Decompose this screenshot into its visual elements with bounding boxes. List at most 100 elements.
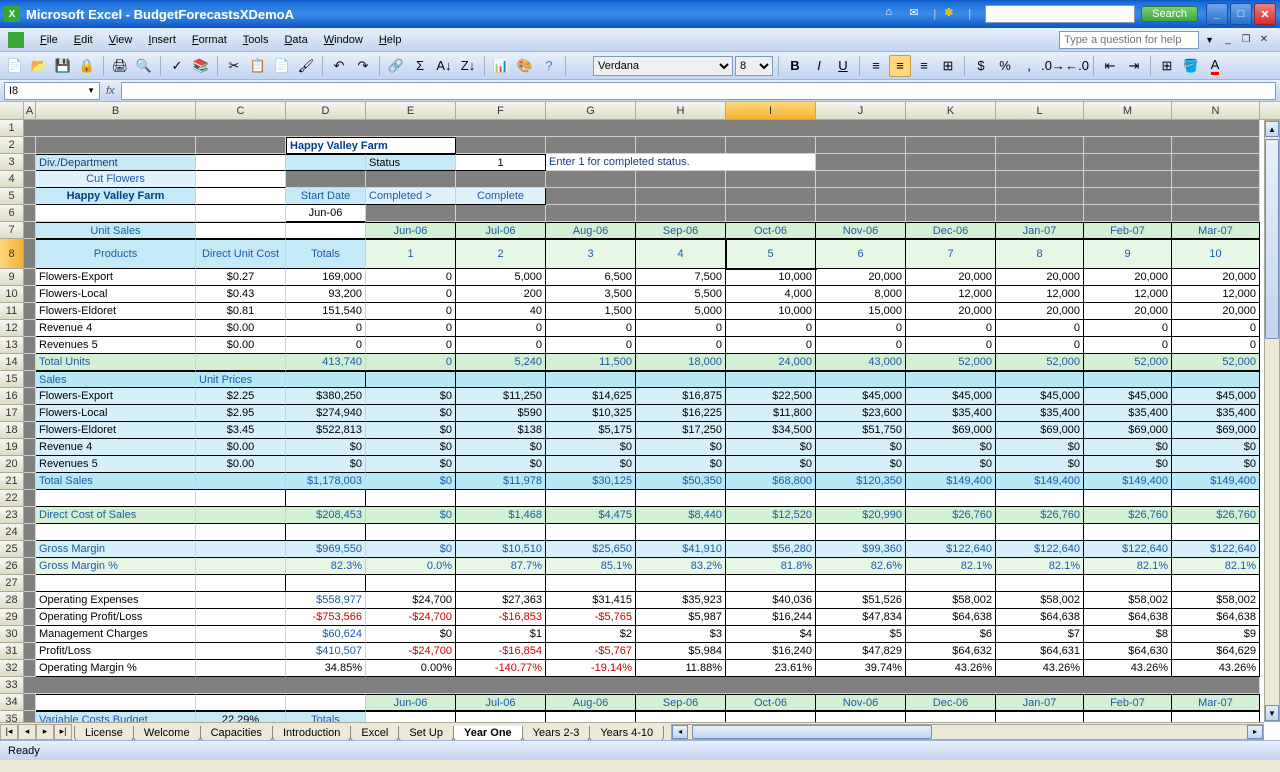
cell[interactable]: $0 [906, 456, 996, 473]
cell[interactable]: 20,000 [816, 269, 906, 286]
cell[interactable]: $64,629 [1172, 643, 1260, 660]
cell[interactable]: Jan-07 [996, 694, 1084, 711]
cell[interactable] [546, 188, 636, 205]
cell[interactable]: 11,500 [546, 354, 636, 371]
cell[interactable]: $0 [366, 541, 456, 558]
cell[interactable] [196, 222, 286, 239]
cell[interactable] [196, 609, 286, 626]
cell[interactable]: $0 [286, 439, 366, 456]
cell[interactable] [996, 371, 1084, 388]
save-button[interactable]: 💾 [52, 55, 74, 77]
vertical-scrollbar[interactable]: ▲ ▼ [1264, 120, 1280, 722]
cell[interactable]: $58,002 [906, 592, 996, 609]
cell[interactable] [816, 575, 906, 592]
cell[interactable]: $47,829 [816, 643, 906, 660]
cell[interactable] [24, 320, 36, 337]
cell[interactable]: Flowers-Local [36, 405, 196, 422]
cell[interactable]: $6 [906, 626, 996, 643]
cell[interactable]: $60,624 [286, 626, 366, 643]
cell[interactable]: -$5,767 [546, 643, 636, 660]
cell[interactable]: 5,500 [636, 286, 726, 303]
cell[interactable] [546, 524, 636, 541]
row-header-4[interactable]: 4 [0, 171, 24, 188]
cell[interactable]: Mar-07 [1172, 222, 1260, 239]
cell[interactable] [816, 171, 906, 188]
align-right-button[interactable]: ≡ [913, 55, 935, 77]
cell[interactable] [24, 643, 36, 660]
cell[interactable]: $56,280 [726, 541, 816, 558]
row-header-23[interactable]: 23 [0, 507, 24, 524]
cell[interactable]: $0.27 [196, 269, 286, 286]
cell[interactable]: $5,987 [636, 609, 726, 626]
cell[interactable] [816, 188, 906, 205]
cell[interactable]: Sep-06 [636, 222, 726, 239]
redo-button[interactable]: ↷ [352, 55, 374, 77]
format-painter-button[interactable]: 🖌 [295, 55, 317, 77]
cell[interactable]: $590 [456, 405, 546, 422]
row-header-33[interactable]: 33 [0, 677, 24, 694]
cell[interactable]: 12,000 [1084, 286, 1172, 303]
close-button[interactable]: ✕ [1254, 3, 1276, 25]
cell[interactable] [366, 171, 456, 188]
hyperlink-button[interactable]: 🔗 [385, 55, 407, 77]
cell[interactable]: 12,000 [1172, 286, 1260, 303]
cell[interactable]: Completed > [366, 188, 456, 205]
cell[interactable]: $11,250 [456, 388, 546, 405]
row-header-2[interactable]: 2 [0, 137, 24, 154]
cell[interactable] [546, 371, 636, 388]
cell[interactable]: $0 [726, 439, 816, 456]
cut-button[interactable]: ✂ [223, 55, 245, 77]
cell[interactable] [196, 694, 286, 711]
cell[interactable]: 5,000 [636, 303, 726, 320]
cell[interactable]: $58,002 [1084, 592, 1172, 609]
cell[interactable] [996, 205, 1084, 222]
row-header-28[interactable]: 28 [0, 592, 24, 609]
cell[interactable] [1084, 490, 1172, 507]
row-header-5[interactable]: 5 [0, 188, 24, 205]
cell[interactable] [36, 490, 196, 507]
cell[interactable]: 12,000 [906, 286, 996, 303]
cell[interactable] [366, 524, 456, 541]
cell[interactable] [906, 137, 996, 154]
row-header-30[interactable]: 30 [0, 626, 24, 643]
cell[interactable]: $149,400 [1172, 473, 1260, 490]
cell[interactable]: $0 [366, 626, 456, 643]
cell[interactable]: $149,400 [996, 473, 1084, 490]
search-button[interactable]: Search [1141, 6, 1198, 22]
cell[interactable]: 43.26% [996, 660, 1084, 677]
cell[interactable]: Happy Valley Farm [36, 188, 196, 205]
row-header-3[interactable]: 3 [0, 154, 24, 171]
cell[interactable]: $2 [546, 626, 636, 643]
cell[interactable]: $26,760 [1172, 507, 1260, 524]
formula-input[interactable] [121, 82, 1276, 100]
cell[interactable]: Sales [36, 371, 196, 388]
cell[interactable]: 0 [366, 286, 456, 303]
cell[interactable]: $41,910 [636, 541, 726, 558]
cell[interactable]: $0 [996, 456, 1084, 473]
row-header-27[interactable]: 27 [0, 575, 24, 592]
cell[interactable] [546, 137, 636, 154]
cell[interactable]: $35,400 [906, 405, 996, 422]
cell[interactable]: 10,000 [726, 269, 816, 286]
cell[interactable]: 0 [636, 320, 726, 337]
cell[interactable]: 52,000 [996, 354, 1084, 371]
cell[interactable]: 40 [456, 303, 546, 320]
scroll-down-button[interactable]: ▼ [1265, 705, 1279, 721]
font-select[interactable]: Verdana [593, 56, 733, 76]
cell[interactable]: $0 [366, 388, 456, 405]
cell[interactable]: $149,400 [1084, 473, 1172, 490]
cell[interactable]: Dec-06 [906, 222, 996, 239]
cell[interactable]: $31,415 [546, 592, 636, 609]
cell[interactable]: 9 [1084, 239, 1172, 269]
cell[interactable] [286, 171, 366, 188]
cell[interactable] [816, 154, 906, 171]
cell[interactable] [546, 575, 636, 592]
help-button[interactable]: ? [538, 55, 560, 77]
cell[interactable]: $99,360 [816, 541, 906, 558]
cell[interactable]: $0 [906, 439, 996, 456]
help-input[interactable] [1059, 31, 1199, 49]
cell[interactable]: $16,240 [726, 643, 816, 660]
cell[interactable]: $0 [636, 456, 726, 473]
cell[interactable]: 0 [366, 354, 456, 371]
row-header-12[interactable]: 12 [0, 320, 24, 337]
